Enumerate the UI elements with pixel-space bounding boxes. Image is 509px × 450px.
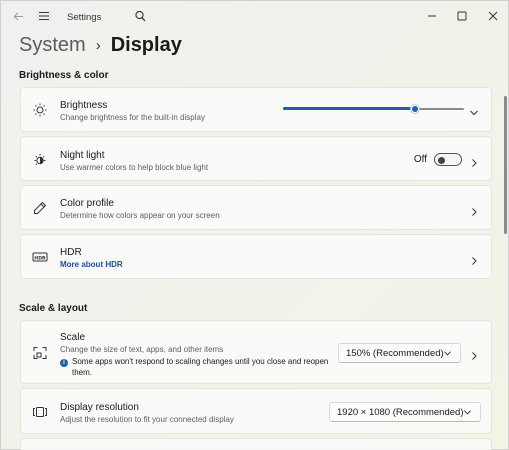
slider-fill xyxy=(283,107,415,110)
scale-info-text: Some apps won't respond to scaling chang… xyxy=(72,357,329,377)
scale-title: Scale xyxy=(60,332,86,343)
hdr-card[interactable]: HDR HDR More about HDR xyxy=(20,234,492,279)
brightness-card[interactable]: Brightness Change brightness for the bui… xyxy=(20,87,492,132)
scale-dropdown[interactable]: 150% (Recommended) xyxy=(338,343,461,363)
back-arrow-icon[interactable] xyxy=(9,5,27,27)
svg-text:HDR: HDR xyxy=(34,255,46,261)
settings-window: Settings System › Display Brightness & c… xyxy=(0,0,509,450)
night-light-icon xyxy=(32,152,48,168)
color-profile-card[interactable]: Color profile Determine how colors appea… xyxy=(20,185,492,230)
hamburger-menu-icon[interactable] xyxy=(35,5,53,27)
chevron-down-icon xyxy=(444,351,451,356)
search-icon[interactable] xyxy=(131,5,149,27)
chevron-down-icon[interactable] xyxy=(469,105,479,116)
night-light-desc: Use warmer colors to help block blue lig… xyxy=(60,163,209,172)
next-setting-card[interactable] xyxy=(20,438,492,450)
night-light-state: Off xyxy=(413,154,427,165)
info-icon: i xyxy=(60,359,68,367)
breadcrumb: System › Display xyxy=(19,34,182,57)
night-light-title: Night light xyxy=(60,150,105,161)
color-profile-desc: Determine how colors appear on your scre… xyxy=(60,211,220,220)
breadcrumb-separator: › xyxy=(95,37,101,54)
display-resolution-desc: Adjust the resolution to fit your connec… xyxy=(60,415,234,424)
hdr-title: HDR xyxy=(60,247,82,258)
chevron-right-icon[interactable] xyxy=(469,348,479,360)
scale-desc: Change the size of text, apps, and other… xyxy=(60,345,224,354)
chevron-right-icon[interactable] xyxy=(469,204,479,216)
resolution-dropdown-value: 1920 × 1080 (Recommended) xyxy=(337,406,464,418)
maximize-button[interactable] xyxy=(451,5,473,27)
app-title: Settings xyxy=(67,12,102,23)
display-resolution-title: Display resolution xyxy=(60,402,139,413)
title-bar: Settings xyxy=(1,1,509,31)
hdr-icon: HDR xyxy=(32,249,48,265)
section-heading-scale-layout: Scale & layout xyxy=(19,303,88,314)
night-light-toggle[interactable] xyxy=(434,153,462,166)
minimize-button[interactable] xyxy=(421,5,443,27)
scale-card[interactable]: Scale Change the size of text, apps, and… xyxy=(20,320,492,384)
chevron-down-icon xyxy=(464,410,471,415)
color-profile-title: Color profile xyxy=(60,198,114,209)
scale-icon xyxy=(32,345,48,361)
page-title: Display xyxy=(110,34,182,56)
brightness-title: Brightness xyxy=(60,100,108,111)
chevron-right-icon[interactable] xyxy=(469,155,479,167)
more-about-hdr-link[interactable]: More about HDR xyxy=(60,260,123,269)
chevron-right-icon[interactable] xyxy=(469,253,479,265)
scale-dropdown-value: 150% (Recommended) xyxy=(346,347,444,359)
resolution-icon xyxy=(32,404,48,420)
night-light-card[interactable]: Night light Use warmer colors to help bl… xyxy=(20,136,492,181)
section-heading-brightness-color: Brightness & color xyxy=(19,70,109,81)
brightness-slider[interactable] xyxy=(283,104,464,114)
brightness-sun-icon xyxy=(32,102,48,118)
resolution-dropdown[interactable]: 1920 × 1080 (Recommended) xyxy=(329,402,481,422)
scrollbar[interactable] xyxy=(504,96,507,234)
display-resolution-card[interactable]: Display resolution Adjust the resolution… xyxy=(20,388,492,434)
eyedropper-icon xyxy=(32,200,48,216)
breadcrumb-system[interactable]: System xyxy=(19,34,86,57)
slider-thumb[interactable] xyxy=(409,104,420,114)
brightness-desc: Change brightness for the built-in displ… xyxy=(60,113,205,122)
close-button[interactable] xyxy=(482,5,504,27)
